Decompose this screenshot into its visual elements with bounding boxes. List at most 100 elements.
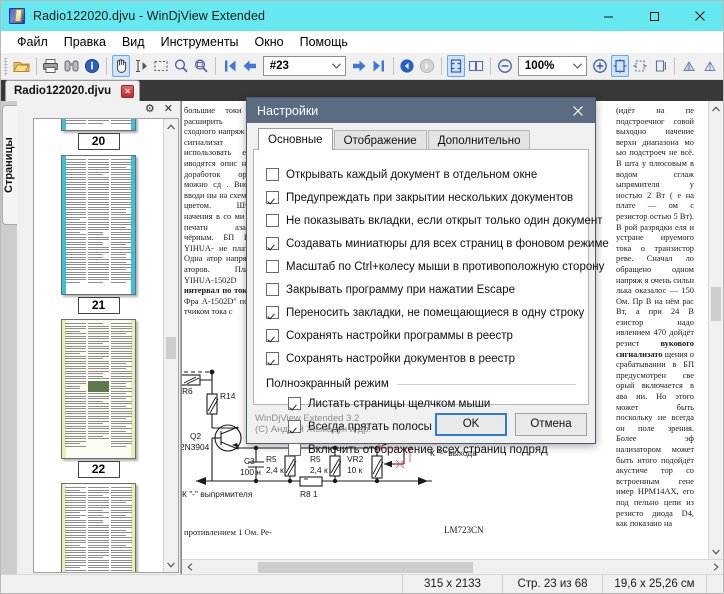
- menu-item-window[interactable]: Окно: [247, 33, 292, 51]
- checkbox-checked-icon[interactable]: [266, 306, 279, 319]
- close-icon[interactable]: ✕: [164, 104, 173, 115]
- info-icon[interactable]: [83, 55, 101, 77]
- scroll-down-icon[interactable]: [709, 544, 723, 559]
- thumbnail-image[interactable]: [61, 155, 136, 295]
- rotate-left-icon[interactable]: [680, 55, 699, 77]
- thumbnail-image[interactable]: [61, 319, 136, 459]
- thumbnail-page-number[interactable]: 22: [78, 461, 120, 478]
- settings-option-row[interactable]: Сохранять настройки документов в реестр: [266, 347, 576, 370]
- document-hscroll-track[interactable]: [197, 560, 708, 575]
- document-horizontal-scrollbar[interactable]: [182, 559, 723, 574]
- settings-option-row[interactable]: Сохранять настройки программы в реестр: [266, 324, 576, 347]
- maximize-button[interactable]: [631, 1, 677, 31]
- resize-grip[interactable]: [706, 575, 723, 593]
- close-icon[interactable]: ×: [121, 85, 134, 98]
- document-hscroll-thumb[interactable]: [258, 562, 473, 573]
- checkbox-unchecked-icon[interactable]: [288, 443, 301, 456]
- menu-item-edit[interactable]: Правка: [56, 33, 114, 51]
- rotate-right-icon[interactable]: [701, 55, 720, 77]
- thumbnail-page-number[interactable]: 20: [78, 133, 120, 150]
- checkbox-unchecked-icon[interactable]: [266, 168, 279, 181]
- scroll-right-icon[interactable]: [708, 560, 723, 575]
- settings-option-row[interactable]: Масштаб по Ctrl+колесу мыши в противопол…: [266, 255, 576, 278]
- thumbnail-item[interactable]: 23: [34, 483, 163, 572]
- zoom-out-icon[interactable]: [496, 55, 514, 77]
- zoom-in-icon[interactable]: [591, 55, 609, 77]
- single-page-icon[interactable]: [447, 55, 465, 77]
- thumbnail-item[interactable]: 21: [34, 155, 163, 319]
- thumbnail-item[interactable]: 20: [34, 119, 163, 155]
- checkbox-checked-icon[interactable]: [266, 237, 279, 250]
- scroll-up-icon[interactable]: [709, 101, 723, 116]
- last-page-icon[interactable]: [370, 55, 388, 77]
- facing-pages-icon[interactable]: [467, 55, 485, 77]
- document-tab[interactable]: Radio122020.djvu ×: [5, 80, 140, 101]
- find-icon[interactable]: [62, 55, 81, 77]
- cancel-button[interactable]: Отмена: [515, 413, 587, 436]
- forward-icon[interactable]: [418, 55, 436, 77]
- checkbox-checked-icon[interactable]: [266, 191, 279, 204]
- thumbnail-scroll-thumb[interactable]: [166, 337, 176, 359]
- settings-dialog-titlebar[interactable]: Настройки: [247, 98, 595, 123]
- thumbnail-item[interactable]: 22: [34, 319, 163, 483]
- checkbox-unchecked-icon[interactable]: [266, 214, 279, 227]
- checkbox-unchecked-icon[interactable]: [266, 260, 279, 273]
- thumbnail-page-number[interactable]: 21: [78, 297, 120, 314]
- next-page-icon[interactable]: [350, 55, 368, 77]
- zoom-level-value[interactable]: 100%: [519, 60, 569, 72]
- thumbnail-image[interactable]: [61, 483, 136, 572]
- page-number-input[interactable]: #23: [264, 60, 328, 72]
- prev-page-icon[interactable]: [241, 55, 259, 77]
- settings-option-row[interactable]: Не показывать вкладки, если открыт тольк…: [266, 209, 576, 232]
- close-icon[interactable]: [561, 98, 595, 123]
- minimize-button[interactable]: [585, 1, 631, 31]
- chevron-down-icon[interactable]: [328, 63, 345, 69]
- document-vscroll-track[interactable]: [709, 116, 723, 544]
- menu-item-tools[interactable]: Инструменты: [153, 33, 247, 51]
- document-vscroll-thumb[interactable]: [711, 287, 721, 321]
- menu-item-view[interactable]: Вид: [114, 33, 153, 51]
- document-vertical-scrollbar[interactable]: [708, 101, 723, 559]
- menu-item-file[interactable]: Файл: [9, 33, 56, 51]
- chevron-down-icon[interactable]: [569, 63, 586, 69]
- checkbox-checked-icon[interactable]: [288, 397, 301, 410]
- settings-option-row[interactable]: Переносить закладки, не помещающиеся в о…: [266, 301, 576, 324]
- zoom-in-tool-icon[interactable]: [172, 55, 190, 77]
- settings-option-row[interactable]: Предупреждать при закрытии нескольких до…: [266, 186, 576, 209]
- checkbox-checked-icon[interactable]: [266, 329, 279, 342]
- thumbnail-image[interactable]: [61, 119, 136, 131]
- gear-icon[interactable]: ⚙: [145, 104, 155, 115]
- toolbar-grip[interactable]: [4, 57, 8, 76]
- rect-select-icon[interactable]: [152, 55, 170, 77]
- settings-option-row[interactable]: Закрывать программу при нажатии Escape: [266, 278, 576, 301]
- checkbox-unchecked-icon[interactable]: [266, 283, 279, 296]
- checkbox-checked-icon[interactable]: [266, 352, 279, 365]
- menu-item-help[interactable]: Помощь: [292, 33, 356, 51]
- scroll-down-icon[interactable]: [164, 557, 178, 572]
- print-icon[interactable]: [41, 55, 60, 77]
- settings-option-row[interactable]: Создавать миниатюры для всех страниц в ф…: [266, 232, 576, 255]
- open-icon[interactable]: [12, 55, 31, 77]
- fit-width-icon[interactable]: [631, 55, 649, 77]
- window-titlebar[interactable]: Radio122020.djvu - WinDjView Extended: [1, 1, 723, 31]
- thumbnail-scroll-track[interactable]: [164, 134, 178, 557]
- fit-height-icon[interactable]: [651, 55, 669, 77]
- fit-page-icon[interactable]: [611, 55, 629, 77]
- checkbox-checked-icon[interactable]: [288, 420, 301, 433]
- tab-display[interactable]: Отображение: [334, 130, 427, 150]
- back-icon[interactable]: [398, 55, 416, 77]
- magnifier-tool-icon[interactable]: [192, 55, 210, 77]
- close-button[interactable]: [677, 1, 723, 31]
- scroll-up-icon[interactable]: [164, 119, 178, 134]
- settings-option-row[interactable]: Открывать каждый документ в отдельном ок…: [266, 163, 576, 186]
- thumbnail-scrollbar[interactable]: [163, 119, 178, 572]
- scroll-left-icon[interactable]: [182, 560, 197, 575]
- tab-advanced[interactable]: Дополнительно: [428, 130, 531, 150]
- first-page-icon[interactable]: [221, 55, 239, 77]
- zoom-level-combo[interactable]: 100%: [518, 56, 587, 76]
- page-number-combo[interactable]: #23: [263, 56, 346, 76]
- tab-general[interactable]: Основные: [258, 128, 333, 150]
- hand-tool-icon[interactable]: [112, 55, 130, 77]
- ok-button[interactable]: OK: [435, 413, 507, 436]
- text-select-icon[interactable]: [132, 55, 150, 77]
